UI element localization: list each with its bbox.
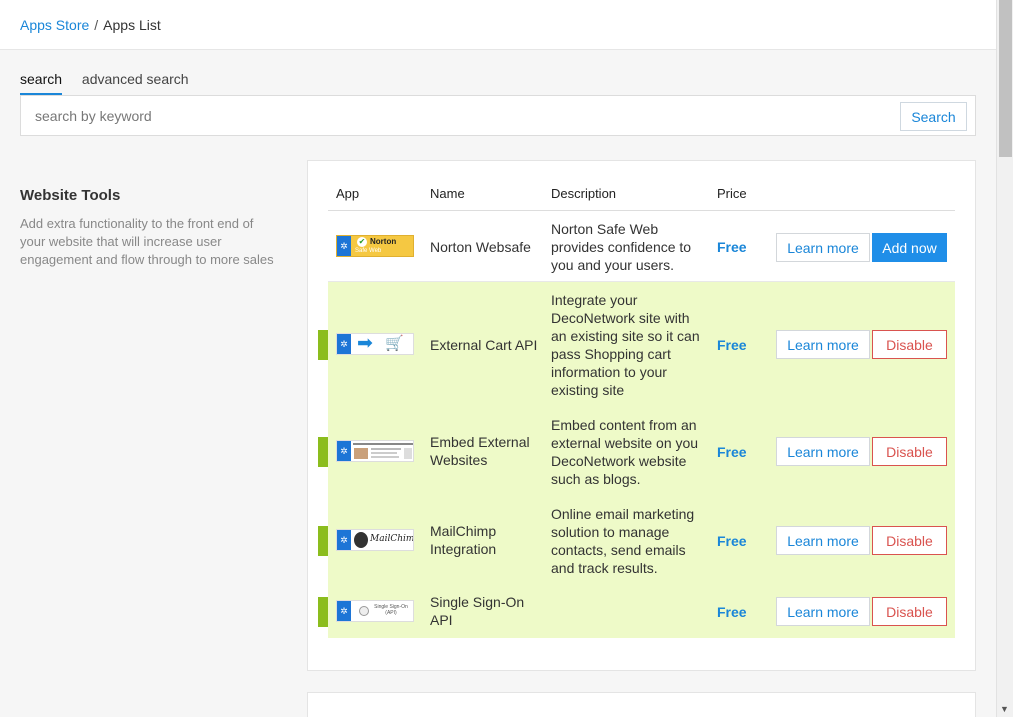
breadcrumb-apps-store-link[interactable]: Apps Store [20,17,89,33]
single-sign-on-logo: ✲ Single Sign-On (API) [336,600,414,622]
disable-button[interactable]: Disable [872,526,947,555]
deconetwork-badge-icon: ✲ [337,601,351,621]
app-description: Embed content from an external website o… [551,417,699,487]
learn-more-button[interactable]: Learn more [776,437,870,466]
app-name: External Cart API [430,337,538,353]
disable-button[interactable]: Disable [872,597,947,626]
app-name: Single Sign-On API [430,594,525,628]
deconetwork-badge-icon: ✲ [337,334,351,354]
enabled-indicator [318,437,328,467]
table-row: ✲ ✔ Norton Safe Web Norton Websafe Norto… [328,211,955,282]
enabled-indicator [318,330,328,360]
table-row: ✲ Single Sign-On (API) Single Sign-On AP… [318,585,955,638]
learn-more-button[interactable]: Learn more [776,233,870,262]
disable-button[interactable]: Disable [872,437,947,466]
norton-logo-text: Norton [370,237,397,246]
add-now-button[interactable]: Add now [872,233,947,262]
column-header-price: Price [717,186,747,201]
app-price: Free [717,239,747,255]
app-price: Free [717,337,747,353]
app-price: Free [717,533,747,549]
column-header-app: App [336,186,360,201]
mailchimp-logo-text: MailChimp [370,534,414,544]
app-description: Norton Safe Web provides confidence to y… [551,221,692,273]
table-row: ✲ ➡ 🛒 External Cart API Integrate your D… [318,282,955,407]
deconetwork-badge-icon: ✲ [337,530,351,550]
learn-more-button[interactable]: Learn more [776,526,870,555]
scroll-down-arrow-icon[interactable]: ▼ [1000,704,1009,714]
disable-button[interactable]: Disable [872,330,947,359]
column-header-name: Name [430,186,465,201]
website-screenshot: ✲ [336,440,414,462]
mailchimp-logo: ✲ MailChimp [336,529,414,551]
app-description: Integrate your DecoNetwork site with an … [551,292,700,398]
deconetwork-badge-icon: ✲ [337,441,351,461]
shopping-cart-icon: 🛒 [385,335,404,352]
column-header-description: Description [551,186,617,201]
table-row: ✲ MailChimp MailChimp Integration Online… [318,496,955,585]
learn-more-button[interactable]: Learn more [776,330,870,359]
table-row: ✲ Embed External Websites Embed content … [318,407,955,496]
search-bar: Search [20,95,976,136]
table-header: App Name Description Price [328,185,955,211]
scrollbar-thumb[interactable] [999,0,1012,157]
breadcrumb-current: Apps List [103,17,161,33]
breadcrumb: Apps Store / Apps List [20,17,161,33]
norton-logo-art: ✔ Norton Safe Web [355,237,397,254]
app-name: Embed External Websites [430,434,530,468]
tab-search[interactable]: search [20,71,63,95]
single-sign-on-art: Single Sign-On (API) [351,601,413,621]
website-screenshot-art [351,441,413,461]
arrow-cart-art: ➡ 🛒 [351,334,413,354]
single-sign-on-logo-text: Single Sign-On (API) [374,604,408,616]
app-price: Free [717,444,747,460]
search-tabs: search advanced search [20,71,205,95]
learn-more-button[interactable]: Learn more [776,597,870,626]
mailchimp-logo-art: MailChimp [351,530,413,550]
next-section-card [307,692,976,717]
search-input[interactable] [22,97,892,134]
enabled-indicator [318,597,328,627]
apps-table-card: App Name Description Price ✲ ✔ Norton Sa… [307,160,976,671]
app-name: MailChimp Integration [430,523,497,557]
enabled-indicator [318,526,328,556]
page-scrollbar[interactable]: ▼ [996,0,1013,717]
tab-advanced-search[interactable]: advanced search [82,71,189,95]
app-price: Free [717,604,747,620]
app-description: Online email marketing solution to manag… [551,506,695,576]
search-button[interactable]: Search [900,102,967,131]
arrow-right-icon: ➡ [357,333,373,354]
section-title: Website Tools [20,187,121,204]
top-bar: Apps Store / Apps List [0,0,996,50]
app-name: Norton Websafe [430,239,531,255]
section-description: Add extra functionality to the front end… [20,216,274,267]
breadcrumb-separator: / [94,17,99,33]
norton-safe-web-logo: ✲ ✔ Norton Safe Web [336,235,414,257]
arrow-cart-icon: ✲ ➡ 🛒 [336,333,414,355]
deconetwork-badge-icon: ✲ [337,236,351,256]
